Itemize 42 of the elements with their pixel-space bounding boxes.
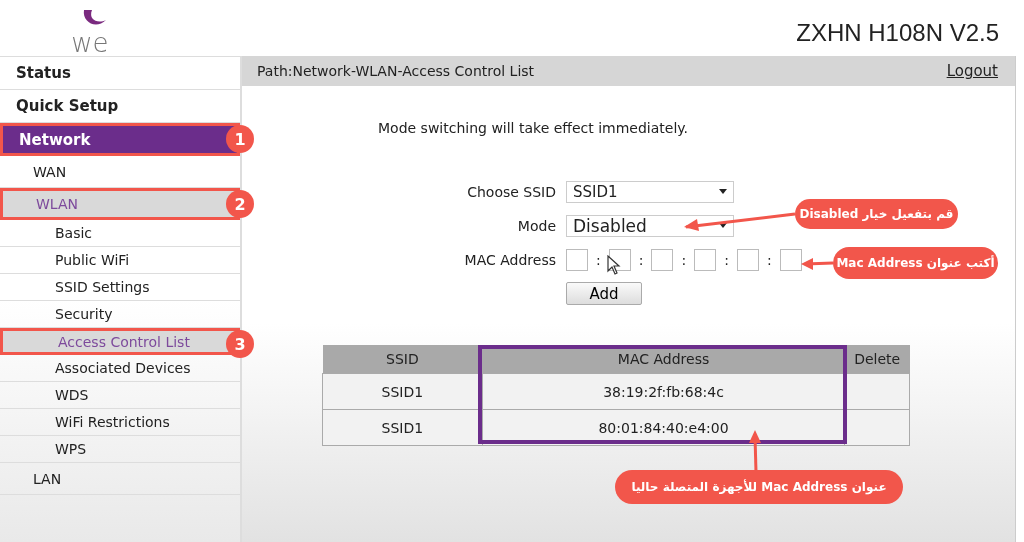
sidebar-item[interactable]: Associated Devices: [0, 355, 240, 382]
column-header: Delete: [844, 345, 910, 374]
sidebar-item[interactable]: Public WiFi: [0, 247, 240, 274]
add-button[interactable]: Add: [566, 282, 642, 305]
sidebar-item[interactable]: LAN: [0, 463, 240, 495]
caret-icon: [719, 223, 727, 228]
logout-link[interactable]: Logout: [946, 62, 998, 80]
sidebar-item[interactable]: SSID Settings: [0, 274, 240, 301]
callout-note: قم بتفعيل خيار Disabled: [795, 199, 958, 229]
breadcrumb-path: Path:Network-WLAN-Access Control List: [257, 63, 535, 79]
mac-octet-field[interactable]: [779, 248, 802, 271]
separator-colon: :: [638, 251, 644, 268]
ssid-dropdown[interactable]: SSID1: [566, 180, 734, 203]
mac-octet-field[interactable]: [566, 248, 588, 271]
callout-note: أكتب عنوان Mac Address: [833, 247, 998, 279]
separator-colon: :: [724, 251, 729, 268]
separator-colon: :: [766, 251, 772, 268]
mac-octet-field[interactable]: [694, 248, 717, 271]
separator-colon: :: [681, 251, 687, 268]
logo-text: we: [71, 30, 109, 56]
sidebar-item[interactable]: WDS: [0, 382, 240, 409]
mouse-cursor-icon: [607, 255, 621, 275]
mac-octet-field[interactable]: [736, 248, 759, 271]
table-cell: SSID1: [322, 373, 483, 410]
table-cell: SSID1: [322, 409, 483, 446]
caret-icon: [719, 189, 727, 194]
field-label: Mode: [516, 217, 556, 234]
separator-colon: :: [596, 251, 601, 268]
mac-octet-field[interactable]: [651, 248, 674, 271]
table-cell: 38:19:2f:fb:68:4c: [482, 373, 845, 410]
field-label: MAC Address: [463, 251, 556, 268]
model-title: ZXHN H108N V2.5: [796, 19, 999, 47]
field-label: Choose SSID: [466, 183, 556, 200]
sidebar-item[interactable]: Basic: [0, 220, 240, 247]
mode-dropdown[interactable]: Disabled: [566, 214, 734, 237]
arrow: [747, 428, 763, 472]
callout-note: عنوان Mac Address للأجهزة المتصلة حاليا: [615, 470, 903, 504]
sidebar-item[interactable]: WPS: [0, 436, 240, 463]
notice-text: Mode switching will take effect immediately.: [378, 120, 690, 136]
sidebar-item[interactable]: Status: [0, 57, 240, 90]
sidebar-item[interactable]: WiFi Restrictions: [0, 409, 240, 436]
arrow: [799, 256, 835, 272]
